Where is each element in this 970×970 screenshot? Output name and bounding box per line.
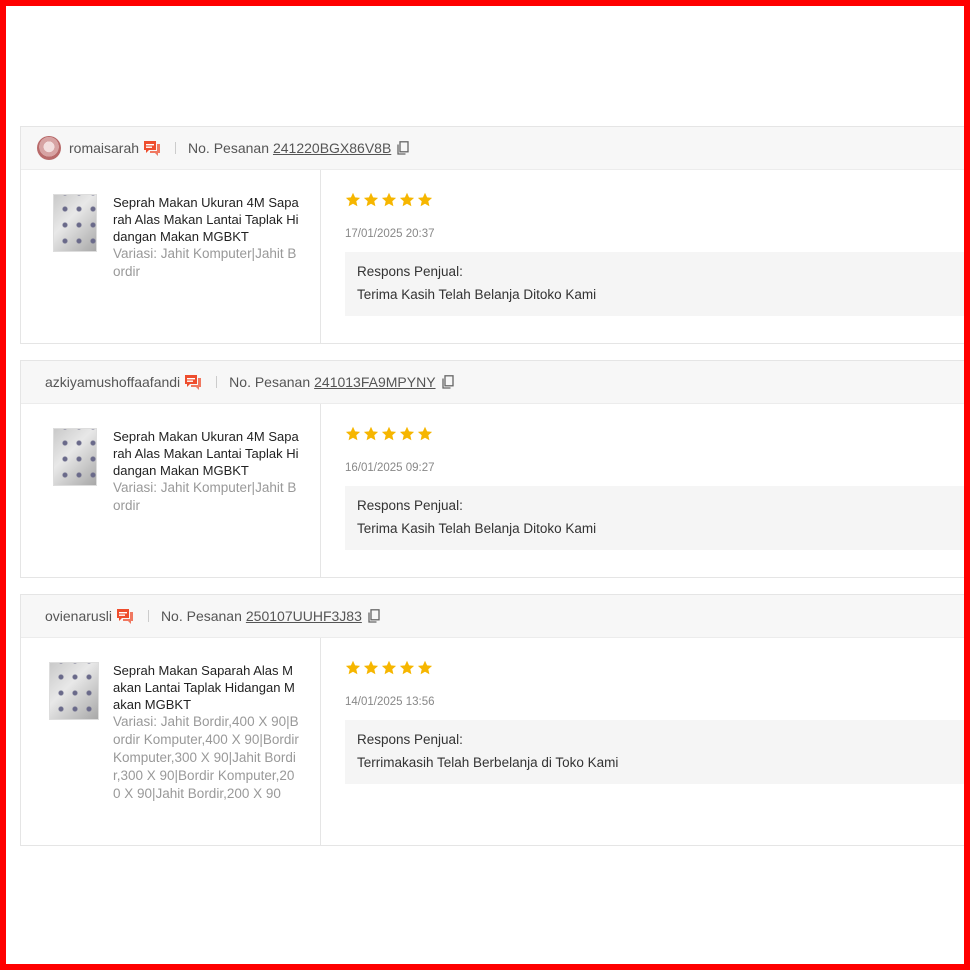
star-icon [363,192,379,207]
product-variation: Variasi: Jahit Komputer|Jahit Bordir [113,480,297,513]
star-icon [345,660,361,675]
star-icon [417,426,433,441]
response-label: Respons Penjual: [357,498,463,513]
rating-section: 14/01/2025 13:56 Respons Penjual: Terrim… [321,638,970,846]
star-icon [399,426,415,441]
order-id-link[interactable]: 250107UUHF3J83 [246,608,362,624]
review-date: 14/01/2025 13:56 [345,696,435,708]
star-icon [417,660,433,675]
seller-response: Respons Penjual: Terrimakasih Telah Berb… [345,720,970,784]
copy-icon[interactable] [441,375,454,389]
divider [216,376,218,388]
star-icon [381,660,397,675]
star-icon [417,192,433,207]
product-title[interactable]: Seprah Makan Saparah Alas Makan Lantai T… [113,662,300,713]
review-header: romaisarah No. Pesanan 241220BGX86V8B [21,127,970,170]
product-thumbnail[interactable] [49,662,99,720]
copy-icon[interactable] [368,609,380,623]
product-info[interactable]: Seprah Makan Ukuran 4M Saparah Alas Maka… [21,404,321,578]
order-id-link[interactable]: 241220BGX86V8B [273,140,391,156]
response-label: Respons Penjual: [357,264,463,279]
star-icon [399,192,415,207]
product-title[interactable]: Seprah Makan Ukuran 4M Saparah Alas Maka… [113,428,300,479]
order-id-link[interactable]: 241013FA9MPYNY [314,374,435,390]
star-icon [399,660,415,675]
star-icon [363,426,379,441]
product-thumbnail[interactable] [53,194,97,252]
review-card: romaisarah No. Pesanan 241220BGX86V8B Se… [20,126,970,344]
star-icon [381,426,397,441]
review-body: Seprah Makan Saparah Alas Makan Lantai T… [21,638,970,846]
username[interactable]: azkiyamushoffaafandi [45,374,180,390]
order-label: No. Pesanan [188,140,269,156]
product-variation: Variasi: Jahit Bordir,400 X 90|Bordir Ko… [113,714,299,801]
product-thumbnail[interactable] [53,428,97,486]
star-rating [345,192,970,208]
response-text: Terima Kasih Telah Belanja Ditoko Kami [357,287,597,302]
rating-section: 17/01/2025 20:37 Respons Penjual: Terima… [321,170,970,344]
divider [147,610,149,622]
chat-icon[interactable] [143,140,161,156]
divider [175,142,177,154]
star-icon [345,192,361,207]
review-card: azkiyamushoffaafandi No. Pesanan 241013F… [20,360,970,578]
review-list: romaisarah No. Pesanan 241220BGX86V8B Se… [20,126,970,862]
star-icon [381,192,397,207]
star-icon [345,426,361,441]
chat-icon[interactable] [184,374,202,390]
star-icon [363,660,379,675]
star-rating [345,426,970,442]
seller-response: Respons Penjual: Terima Kasih Telah Bela… [345,252,970,316]
review-body: Seprah Makan Ukuran 4M Saparah Alas Maka… [21,170,970,344]
review-date: 16/01/2025 09:27 [345,462,435,474]
product-info[interactable]: Seprah Makan Saparah Alas Makan Lantai T… [21,638,321,846]
review-header: azkiyamushoffaafandi No. Pesanan 241013F… [21,361,970,404]
copy-icon[interactable] [397,141,409,155]
product-title[interactable]: Seprah Makan Ukuran 4M Saparah Alas Maka… [113,194,300,245]
star-rating [345,660,970,676]
seller-response: Respons Penjual: Terima Kasih Telah Bela… [345,486,970,550]
review-body: Seprah Makan Ukuran 4M Saparah Alas Maka… [21,404,970,578]
username[interactable]: ovienarusli [45,608,112,624]
review-header: ovienarusli No. Pesanan 250107UUHF3J83 [21,595,970,638]
review-card: ovienarusli No. Pesanan 250107UUHF3J83 S… [20,594,970,846]
product-info[interactable]: Seprah Makan Ukuran 4M Saparah Alas Maka… [21,170,321,344]
rating-section: 16/01/2025 09:27 Respons Penjual: Terima… [321,404,970,578]
response-text: Terima Kasih Telah Belanja Ditoko Kami [357,521,597,536]
response-text: Terrimakasih Telah Berbelanja di Toko Ka… [357,755,619,770]
username[interactable]: romaisarah [69,140,139,156]
avatar[interactable] [37,136,61,160]
chat-icon[interactable] [116,608,134,624]
order-label: No. Pesanan [229,374,311,390]
response-label: Respons Penjual: [357,732,463,747]
product-variation: Variasi: Jahit Komputer|Jahit Bordir [113,246,297,279]
review-date: 17/01/2025 20:37 [345,228,435,240]
order-label: No. Pesanan [160,608,242,624]
